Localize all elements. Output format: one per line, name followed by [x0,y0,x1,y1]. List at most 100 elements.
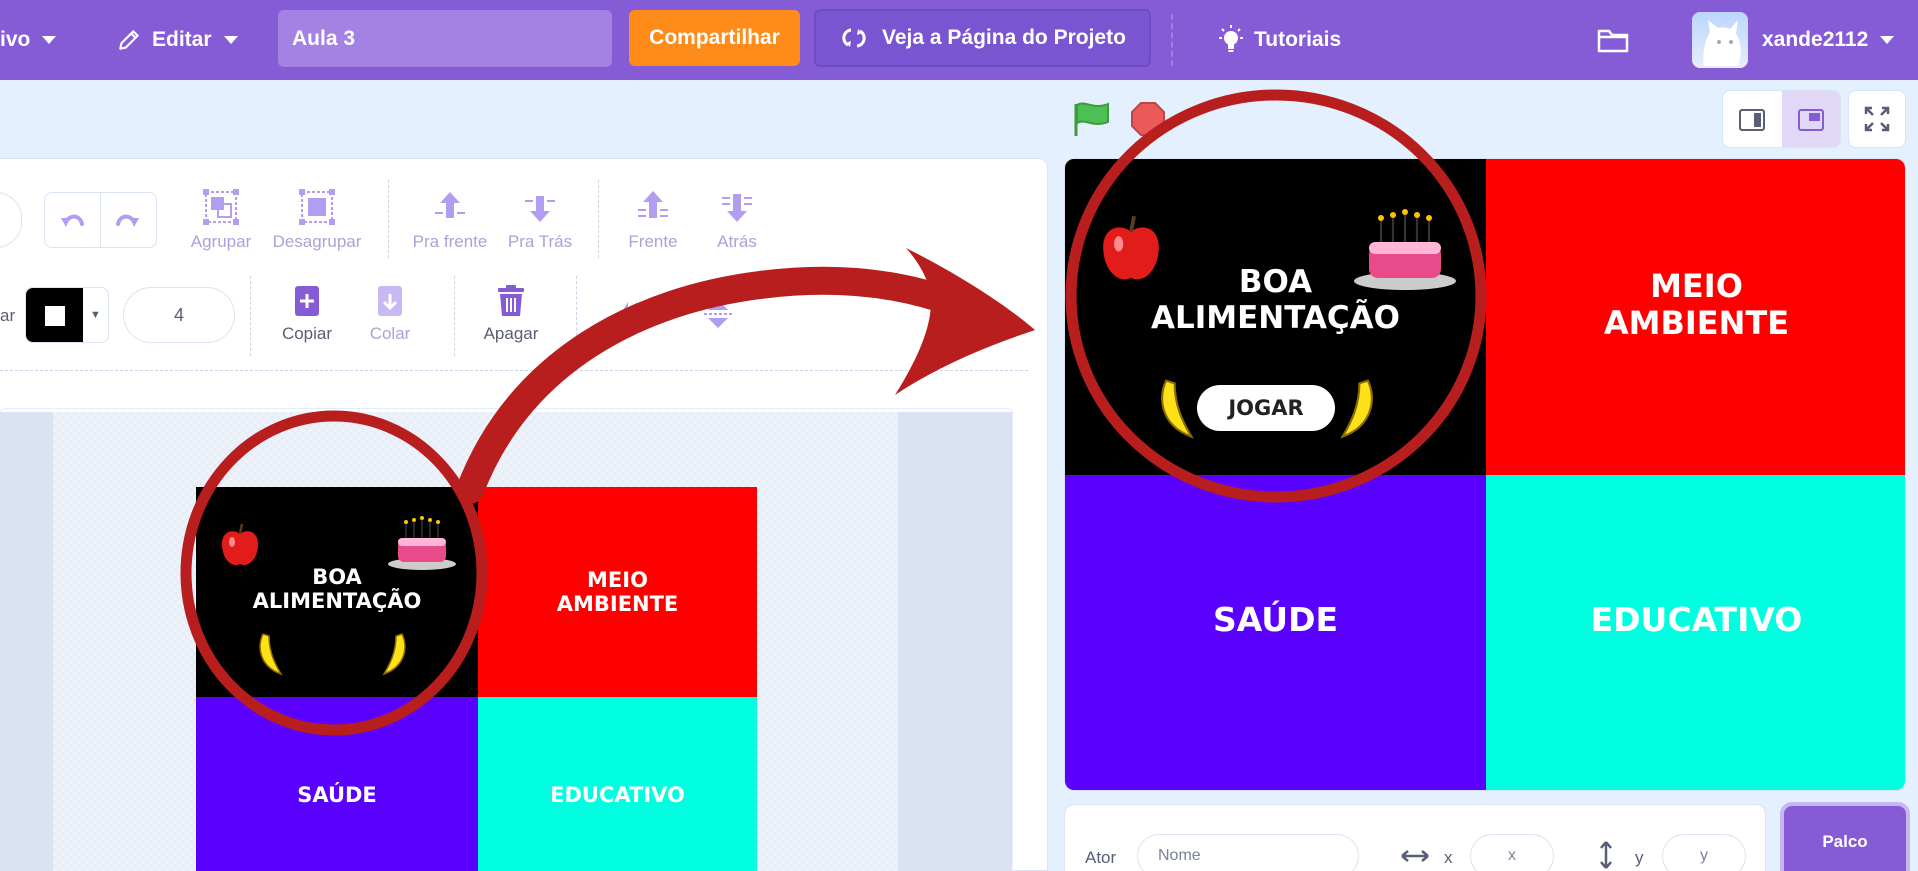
avatar[interactable] [1692,12,1748,68]
edit-menu[interactable]: Editar [116,0,238,80]
backward-button[interactable]: Pra Trás [502,188,578,252]
stage-quadrant-saude[interactable]: SAÚDE [1065,475,1486,790]
caret-down-icon [223,36,238,44]
lightbulb-icon [1219,25,1243,52]
remix-icon [842,28,866,48]
large-stage-button[interactable] [1781,91,1840,147]
tutorials-label: Tutoriais [1254,28,1342,51]
caret-down-icon: ▼ [90,309,101,321]
small-stage-button[interactable] [1723,91,1782,147]
stage-target-tab[interactable]: Palco [1780,802,1910,871]
ungroup-label: Desagrupar [272,232,362,251]
file-menu[interactable]: ivo [0,0,57,80]
paste-button[interactable]: Colar [362,284,418,344]
forward-label: Pra frente [412,232,488,251]
undo-redo-group [44,192,157,248]
share-button[interactable]: Compartilhar [629,10,800,66]
stage[interactable]: BOA ALIMENTAÇÃO MEIO AMBIENTE SAÚDE EDUC… [1064,158,1906,791]
toolbar-bottom-divider [0,370,1028,371]
pencil-icon [119,30,139,50]
stage-size-toggle [1722,90,1841,148]
front-label: Frente [628,232,678,251]
large-stage-icon [1797,109,1824,131]
undo-button[interactable] [45,193,101,247]
delete-button[interactable]: Apagar [480,284,542,344]
toolbar-divider [454,276,455,356]
y-position-input[interactable]: y [1662,834,1746,871]
delete-label: Apagar [483,324,539,343]
toolbar-divider [388,180,389,258]
editor-q2-line2: AMBIENTE [556,592,679,616]
banana-icon [259,633,283,676]
editor-quadrant-educativo[interactable]: EDUCATIVO [478,697,757,871]
toolbar-divider [250,276,251,356]
flip-horizontal-icon [618,302,646,318]
group-icon [203,189,239,225]
horizontal-arrows-icon [1401,850,1429,862]
x-position-input[interactable]: x [1470,834,1554,871]
stage-q1-line2: ALIMENTAÇÃO [1150,300,1401,336]
banana-icon [1161,379,1194,439]
green-flag-icon[interactable] [1072,100,1112,143]
small-stage-icon [1739,109,1766,131]
ungroup-icon [299,189,335,225]
sprite-name-input[interactable]: Nome [1137,834,1359,871]
stage-q2-line2: AMBIENTE [1603,304,1790,342]
username: xande2112 [1762,28,1869,51]
tutorials-button[interactable]: Tutoriais [1214,0,1341,80]
paste-icon [378,286,402,316]
back-label: Atrás [717,232,757,251]
back-icon [722,194,752,222]
y-label: y [1635,848,1644,867]
editor-quadrant-meio-ambiente[interactable]: MEIO AMBIENTE [478,487,757,697]
copy-button[interactable]: Copiar [276,284,338,344]
vertical-arrows-icon [1600,841,1612,869]
outline-label: ar [0,306,16,325]
banana-icon [1340,379,1373,439]
copy-icon [295,286,319,316]
outline-color-swatch [26,288,83,342]
cake-icon [388,516,456,570]
group-label: Agrupar [190,232,252,251]
editor-q3-label: SAÚDE [297,783,377,807]
ungroup-button[interactable]: Desagrupar [272,188,362,252]
canvas-margin-right [898,412,1012,871]
see-project-page-button[interactable]: Veja a Página do Projeto [814,9,1151,67]
fullscreen-button[interactable] [1848,90,1906,148]
backward-icon [525,196,555,222]
caret-down-icon [1880,36,1895,44]
canvas-margin-left [0,412,53,871]
stage-q2-line1: MEIO [1650,267,1743,306]
stage-quadrant-meio-ambiente[interactable]: MEIO AMBIENTE [1486,159,1905,475]
stop-icon[interactable] [1130,101,1166,142]
file-menu-label: ivo [0,28,31,51]
editor-q2-line1: MEIO [587,567,648,592]
jogar-button[interactable]: JOGAR [1197,385,1335,431]
banana-icon [382,633,406,676]
redo-button[interactable] [101,193,157,247]
account-menu[interactable]: xande2112 [1762,0,1895,80]
stage-q4-label: EDUCATIVO [1590,600,1803,639]
apple-icon [1103,215,1159,280]
back-button[interactable]: Atrás [704,188,770,252]
outline-width-input[interactable]: 4 [123,287,235,343]
sprite-label: Ator [1085,848,1117,867]
group-button[interactable]: Agrupar [190,188,252,252]
front-button[interactable]: Frente [620,188,686,252]
copy-label: Copiar [281,324,333,343]
stage-q3-label: SAÚDE [1212,600,1339,639]
stage-quadrant-educativo[interactable]: EDUCATIVO [1486,475,1905,790]
apple-icon [221,523,259,566]
flip-horizontal-button[interactable] [612,296,652,326]
outline-color-picker[interactable]: ▼ [25,287,109,343]
toolbar-divider [576,276,577,356]
menu-divider [1171,14,1173,66]
flip-vertical-button[interactable] [698,296,738,332]
editor-quadrant-saude[interactable]: SAÚDE [196,697,478,871]
forward-button[interactable]: Pra frente [410,188,490,252]
toolbar-divider [598,180,599,258]
cake-icon [1354,209,1456,290]
caret-down-icon [42,36,57,44]
my-stuff-button[interactable] [1596,0,1630,80]
project-title-input[interactable]: Aula 3 [278,10,612,67]
